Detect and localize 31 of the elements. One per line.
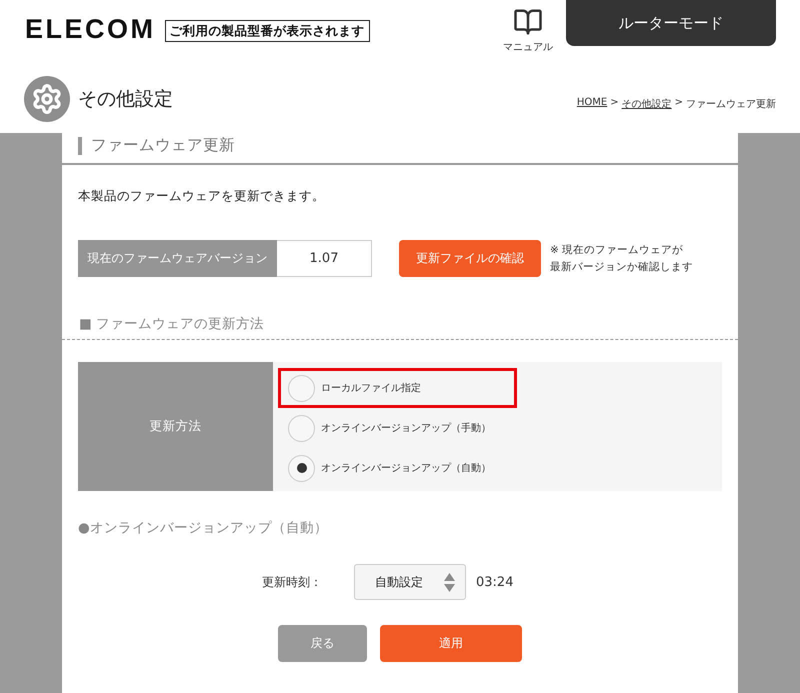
radio-button[interactable] [288, 454, 315, 482]
breadcrumb-current: ファームウェア更新 [686, 98, 776, 111]
description-text: 本製品のファームウェアを更新できます。 [78, 187, 325, 205]
version-value: 1.07 [277, 240, 372, 277]
breadcrumb-link[interactable]: その他設定 [622, 97, 672, 111]
table-header-cell: 更新方法 [78, 362, 273, 491]
book-icon [513, 7, 543, 37]
logo-text: ELECOM [25, 16, 156, 42]
page-title: その他設定 [78, 87, 173, 112]
note-text: ※ 現在のファームウェアが 最新バージョンか確認します [550, 242, 693, 274]
time-select[interactable]: 自動設定 [354, 564, 466, 600]
version-label: 現在のファームウェアバージョン [78, 240, 277, 277]
subheading: ●オンラインバージョンアップ（自動） [78, 519, 328, 538]
manual-link[interactable]: マニュアル [502, 7, 554, 54]
breadcrumb-separator: > [610, 97, 619, 110]
model-name-box: ご利用の製品型番が表示されます [164, 20, 370, 42]
subheading: ■ ファームウェアの更新方法 [79, 315, 264, 334]
mode-indicator: ルーターモード [566, 0, 776, 46]
breadcrumb-separator: > [674, 97, 683, 110]
radio-button[interactable] [288, 414, 315, 442]
section-title: ファームウェア更新 [91, 136, 235, 155]
breadcrumb-link[interactable]: HOME [576, 97, 608, 111]
accent-bar-icon [78, 136, 82, 154]
radio-label[interactable]: オンラインバージョンアップ（自動） [321, 461, 491, 475]
updown-arrows-icon [444, 572, 455, 592]
radio-button[interactable] [288, 374, 315, 402]
radio-label[interactable]: オンラインバージョンアップ（手動） [321, 421, 491, 435]
radio-label[interactable]: ローカルファイル指定 [321, 381, 421, 395]
gear-icon [24, 76, 70, 122]
time-value: 03:24 [476, 574, 514, 590]
time-label: 更新時刻： [262, 574, 323, 590]
